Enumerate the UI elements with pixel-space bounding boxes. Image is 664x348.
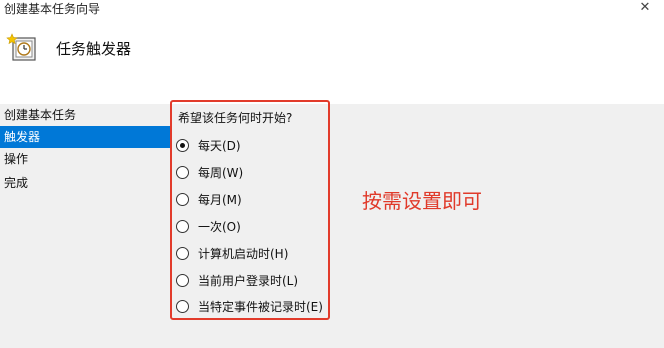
radio-button[interactable] [176,219,189,233]
task-clock-icon [6,32,38,64]
radio-option-at-startup[interactable]: 计算机启动时(H) [176,244,326,262]
radio-button[interactable] [176,192,189,206]
wizard-steps-nav: 创建基本任务 触发器 操作 完成 [0,104,170,348]
option-label: 每月(M) [198,192,242,207]
radio-button[interactable] [176,299,189,313]
wizard-body: 创建基本任务 触发器 操作 完成 希望该任务何时开始? 每天(D) 每周(W) … [0,100,664,348]
radio-button-checked[interactable] [176,138,189,152]
option-label: 计算机启动时(H) [198,246,289,261]
close-icon[interactable]: ✕ [638,1,652,15]
option-label: 每天(D) [198,138,241,153]
nav-item-action[interactable]: 操作 [0,148,170,170]
nav-item-create-basic-task[interactable]: 创建基本任务 [0,104,170,126]
option-label: 当特定事件被记录时(E) [198,299,323,314]
nav-item-finish[interactable]: 完成 [0,172,170,194]
radio-button[interactable] [176,246,189,260]
radio-option-at-logon[interactable]: 当前用户登录时(L) [176,271,326,289]
radio-option-weekly[interactable]: 每周(W) [176,163,326,181]
radio-option-once[interactable]: 一次(O) [176,217,326,235]
title-bar: 创建基本任务向导 ✕ [0,0,664,20]
option-label: 一次(O) [198,219,241,234]
option-label: 当前用户登录时(L) [198,273,299,288]
trigger-panel: 希望该任务何时开始? 每天(D) 每周(W) 每月(M) 一次(O) 计算机启动… [170,100,664,348]
wizard-header: 任务触发器 [0,20,664,104]
trigger-question: 希望该任务何时开始? [178,111,293,125]
radio-button[interactable] [176,273,189,287]
window-title: 创建基本任务向导 [4,2,101,16]
radio-option-on-event[interactable]: 当特定事件被记录时(E) [176,297,326,315]
nav-item-trigger[interactable]: 触发器 [0,126,170,148]
radio-option-monthly[interactable]: 每月(M) [176,190,326,208]
radio-button[interactable] [176,165,189,179]
wizard-window: 创建基本任务向导 ✕ 任务触发器 创建基本任务 触发器 操作 完成 希望该任务何… [0,0,664,348]
annotation-text: 按需设置即可 [362,189,482,213]
page-title: 任务触发器 [56,40,132,58]
radio-option-daily[interactable]: 每天(D) [176,136,326,154]
option-label: 每周(W) [198,165,244,180]
